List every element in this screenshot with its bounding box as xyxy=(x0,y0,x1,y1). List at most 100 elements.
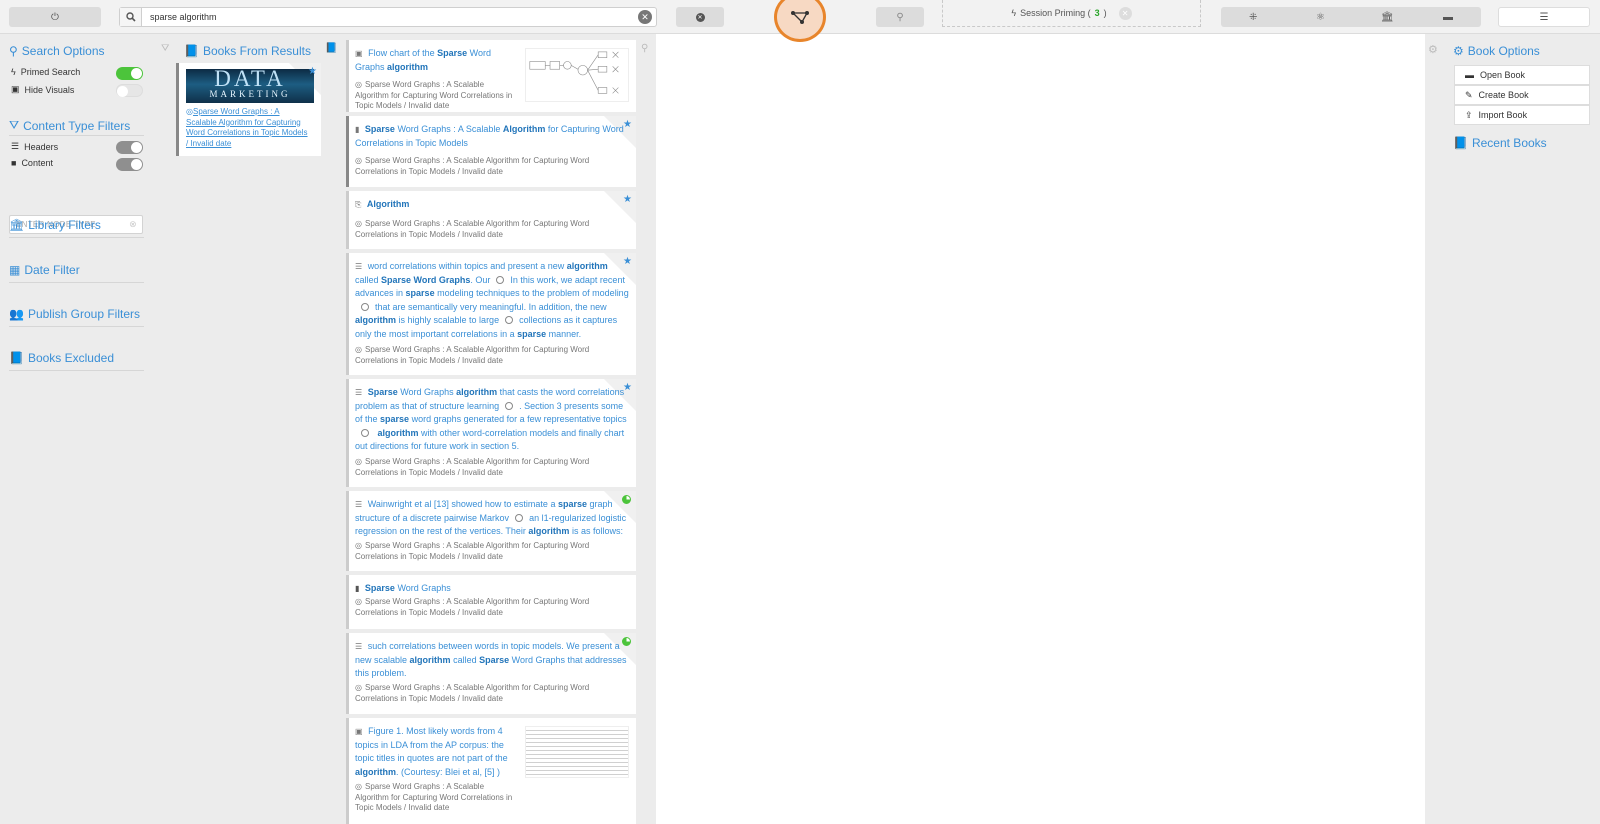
result-item[interactable]: ▮ Sparse Word Graphs ◎ Sparse Word Graphs… xyxy=(346,575,636,629)
star-icon[interactable]: ★ xyxy=(623,119,632,130)
priming-close-icon[interactable]: ✕ xyxy=(1118,6,1132,20)
graph-canvas[interactable] xyxy=(656,34,1425,824)
network-icon[interactable]: ⁜ xyxy=(1249,12,1257,23)
date-filter-label: Date Filter xyxy=(24,263,80,277)
paragraph-icon: ☰ xyxy=(355,500,363,509)
result-text: ⎘ Algorithm xyxy=(355,199,410,209)
ring-icon xyxy=(361,302,369,311)
content-label: Content xyxy=(21,158,53,168)
bolt-icon: ϟ xyxy=(1011,8,1017,18)
book-title-link[interactable]: ◎Sparse Word Graphs : A Scalable Algorit… xyxy=(186,107,311,149)
filter-icon[interactable]: ⛛ xyxy=(161,43,169,54)
search-icon[interactable]: ⚲ xyxy=(641,43,648,54)
ring-icon: ◎ xyxy=(355,457,362,466)
open-book-button[interactable]: ▬ Open Book xyxy=(1454,65,1590,85)
bookmark-icon: ⎘ xyxy=(355,200,362,209)
ring-icon: ◎ xyxy=(355,541,362,550)
divider xyxy=(9,282,144,283)
progress-pie-icon xyxy=(622,495,631,504)
library-filters-header[interactable]: 🏛 Library Filters xyxy=(9,218,101,232)
content-type-filters-label: Content Type Filters xyxy=(23,118,131,133)
primed-search-label: Primed Search xyxy=(20,67,81,77)
hide-visuals-toggle[interactable] xyxy=(116,84,143,97)
pin-button[interactable]: ⚲ xyxy=(876,7,924,27)
paragraph-icon: ☰ xyxy=(355,642,363,651)
folder-icon: ▬ xyxy=(1465,70,1474,80)
date-filter-header[interactable]: ▦ Date Filter xyxy=(9,263,80,277)
clear-node-type-icon[interactable]: ⊗ xyxy=(129,219,137,230)
filter-icon: ⛛ xyxy=(9,118,20,132)
primed-search-option: ϟ Primed Search xyxy=(11,67,80,77)
power-button[interactable]: ⏻ xyxy=(9,7,101,27)
content-toggle[interactable] xyxy=(116,158,143,171)
menu-button[interactable]: ☰ xyxy=(1498,7,1590,27)
primed-search-toggle[interactable] xyxy=(116,67,143,80)
book-title: Sparse Word Graphs : A Scalable Algorith… xyxy=(186,107,308,148)
book-card[interactable]: ★ DATA MARKETING ◎Sparse Word Graphs : A… xyxy=(176,63,321,156)
headers-toggle[interactable] xyxy=(116,141,143,154)
star-icon[interactable]: ★ xyxy=(623,194,632,205)
result-text: ▮ Sparse Word Graphs xyxy=(355,583,451,593)
search-icon xyxy=(120,8,142,26)
result-text: ☰ Wainwright et al [13] showed how to es… xyxy=(355,499,627,536)
recent-books-label: Recent Books xyxy=(1471,136,1547,150)
paragraph-icon: ☰ xyxy=(355,262,363,271)
result-item[interactable]: ★ ☰ Sparse Word Graphs algorithm that ca… xyxy=(346,379,636,487)
ring-icon xyxy=(515,513,524,522)
recent-books-header[interactable]: 📘 Recent Books xyxy=(1453,136,1547,150)
bookmark-filled-icon: ▮ xyxy=(355,584,360,593)
import-book-label: Import Book xyxy=(1478,110,1528,120)
result-item[interactable]: ▣ Figure 1. Most likely words from 4 top… xyxy=(346,718,636,824)
result-item[interactable]: ☰ such correlations between words in top… xyxy=(346,633,636,714)
gear-icon[interactable]: ⚙ xyxy=(1428,43,1438,56)
hamburger-icon: ☰ xyxy=(1539,11,1549,23)
search-options-header[interactable]: ⚲ Search Options xyxy=(9,44,105,58)
close-button[interactable]: ✕ xyxy=(676,7,724,27)
book-icon: ▮ xyxy=(355,125,360,134)
ring-icon: ◎ xyxy=(355,683,362,692)
search-box: ✕ xyxy=(119,7,657,27)
search-input[interactable] xyxy=(142,12,638,22)
import-book-button[interactable]: ⇪ Import Book xyxy=(1454,105,1590,125)
wand-icon: ✎ xyxy=(1465,89,1473,100)
result-text: ☰ word correlations within topics and pr… xyxy=(355,261,629,339)
headers-option: ☰ Headers xyxy=(11,141,58,152)
ring-icon: ◎ xyxy=(355,597,362,606)
clear-search-icon[interactable]: ✕ xyxy=(638,10,652,24)
book-options-label: Book Options xyxy=(1467,44,1540,58)
result-item[interactable]: ★ ☰ word correlations within topics and … xyxy=(346,253,636,375)
books-from-results-header: 📘 Books From Results xyxy=(184,44,311,58)
create-book-button[interactable]: ✎ Create Book xyxy=(1454,85,1590,105)
content-type-filters-header[interactable]: ⛛ Content Type Filters xyxy=(9,118,130,133)
comment-icon[interactable]: ▬ xyxy=(1443,12,1453,23)
result-meta: ◎ Sparse Word Graphs : A Scalable Algorit… xyxy=(355,683,590,703)
books-excluded-header[interactable]: 📘 Books Excluded xyxy=(9,351,114,365)
session-priming[interactable]: ϟ Session Priming (3) ✕ xyxy=(942,0,1201,27)
publish-group-filters-label: Publish Group Filters xyxy=(27,307,140,321)
ring-icon: ◎ xyxy=(355,345,362,354)
star-icon[interactable]: ★ xyxy=(623,382,632,393)
star-icon[interactable]: ★ xyxy=(308,66,317,77)
book-icon-toggle[interactable]: 📘 xyxy=(325,43,337,54)
result-item[interactable]: ★ ⎘ Algorithm ◎ Sparse Word Graphs : A Sc… xyxy=(346,191,636,249)
image-icon: ▣ xyxy=(355,49,363,58)
search-icon: ⚲ xyxy=(9,44,18,58)
result-text: ▣ Figure 1. Most likely words from 4 top… xyxy=(355,726,508,777)
result-text: ☰ such correlations between words in top… xyxy=(355,641,627,678)
result-text: ▮ Sparse Word Graphs : A Scalable Algori… xyxy=(355,124,624,148)
result-item[interactable]: ★ ▮ Sparse Word Graphs : A Scalable Algo… xyxy=(346,116,636,187)
result-item[interactable]: ☰ Wainwright et al [13] showed how to es… xyxy=(346,491,636,571)
books-from-results-label: Books From Results xyxy=(202,44,311,58)
bolt-icon: ϟ xyxy=(11,67,16,77)
flowchart-thumbnail xyxy=(525,48,629,102)
star-icon[interactable]: ★ xyxy=(623,256,632,267)
power-icon: ⏻ xyxy=(51,11,59,23)
publish-group-filters-header[interactable]: 👥 Publish Group Filters xyxy=(9,307,140,321)
create-book-label: Create Book xyxy=(1478,90,1529,100)
open-book-label: Open Book xyxy=(1480,70,1526,80)
cover-title: DATA xyxy=(214,69,286,91)
result-item[interactable]: ▣ Flow chart of the Sparse Word Graphs a… xyxy=(346,40,636,112)
library-icon[interactable]: 🏛 xyxy=(1381,12,1394,23)
result-meta: ◎ Sparse Word Graphs : A Scalable Algorit… xyxy=(355,457,590,477)
molecule-icon[interactable]: ⚛ xyxy=(1316,12,1325,23)
